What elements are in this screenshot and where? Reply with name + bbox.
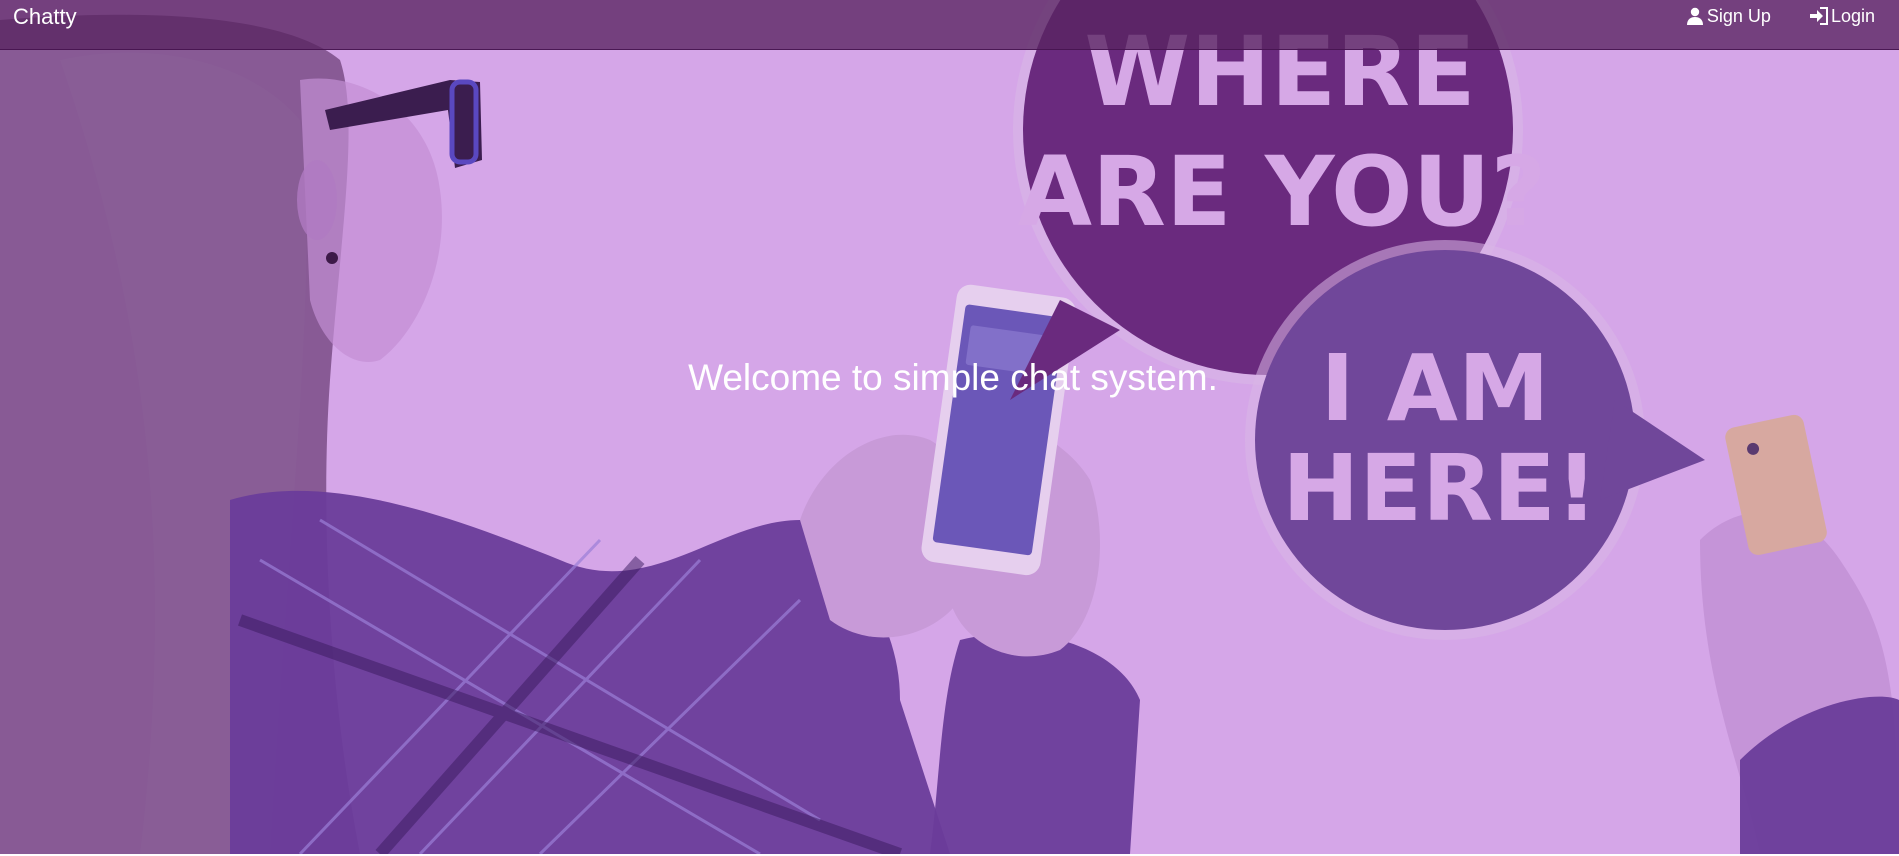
bubble-top-line2: ARE YOU? [1018,136,1547,248]
brand-link[interactable]: Chatty [13,4,77,30]
signup-link[interactable]: Sign Up [1685,6,1771,27]
signup-label: Sign Up [1706,5,1771,26]
page: WHERE ARE YOU? I AM HERE! Chatty Sign Up… [0,0,1899,856]
nav-right: Sign Up Login [1685,0,1899,50]
hero-headline: Welcome to simple chat system. [688,357,1218,398]
login-label: Login [1830,5,1875,26]
user-icon [1685,6,1705,26]
hero-image: WHERE ARE YOU? I AM HERE! [0,0,1899,854]
sign-in-icon [1809,6,1829,26]
navbar: Chatty Sign Up Login [0,0,1899,50]
bubble-bottom-line2: HERE! [1282,435,1598,542]
hero-background: WHERE ARE YOU? I AM HERE! [0,0,1899,854]
login-link[interactable]: Login [1809,6,1875,27]
